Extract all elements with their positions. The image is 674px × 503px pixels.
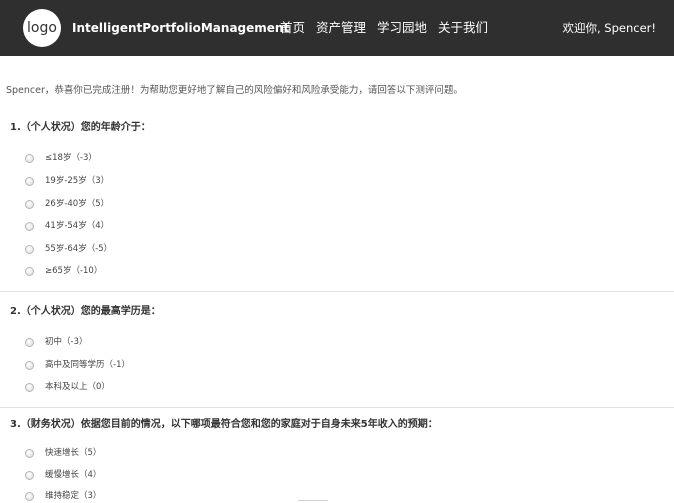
question-3-option-2[interactable]: 缓慢增长（4） — [25, 469, 101, 481]
welcome-message: 欢迎你, Spencer! — [562, 21, 656, 35]
logo[interactable]: logo — [23, 9, 61, 47]
question-1-option-2[interactable]: 19岁-25岁（3） — [25, 175, 109, 187]
question-1-option-1[interactable]: ≤18岁（-3） — [25, 152, 97, 164]
question-2-option-3[interactable]: 本科及以上（0） — [25, 381, 110, 393]
radio-button[interactable] — [25, 266, 34, 276]
top-navbar: logo IntelligentPortfolioManagement 首页 资… — [0, 0, 674, 56]
radio-button[interactable] — [25, 244, 34, 254]
section-divider — [0, 291, 674, 292]
question-1-option-5[interactable]: 55岁-64岁（-5） — [25, 243, 112, 255]
radio-button[interactable] — [25, 176, 34, 186]
question-3-option-1[interactable]: 快速增长（5） — [25, 447, 101, 459]
question-1-option-6[interactable]: ≥65岁（-10） — [25, 265, 102, 277]
question-1-option-3[interactable]: 26岁-40岁（5） — [25, 198, 109, 210]
radio-button[interactable] — [25, 382, 34, 392]
question-1-option-4[interactable]: 41岁-54岁（4） — [25, 220, 109, 232]
option-label: 高中及同等学历（-1） — [45, 360, 130, 370]
radio-button[interactable] — [25, 491, 34, 501]
nav-link-asset-management[interactable]: 资产管理 — [316, 19, 366, 37]
option-label: 本科及以上（0） — [45, 382, 110, 392]
option-label: ≤18岁（-3） — [45, 153, 97, 163]
question-1-title: 1.（个人状况）您的年龄介于： — [10, 122, 151, 133]
radio-button[interactable] — [25, 337, 34, 347]
question-2-option-2[interactable]: 高中及同等学历（-1） — [25, 359, 130, 371]
radio-button[interactable] — [25, 448, 34, 458]
nav-link-home[interactable]: 首页 — [280, 19, 305, 37]
question-2-option-1[interactable]: 初中（-3） — [25, 336, 87, 348]
option-label: 快速增长（5） — [45, 448, 102, 458]
question-3-title: 3.（财务状况）依据您目前的情况，以下哪项最符合您和您的家庭对于自身未来5年收入… — [10, 419, 438, 430]
question-3-option-3[interactable]: 维持稳定（3） — [25, 490, 101, 502]
nav-links: 首页 资产管理 学习园地 关于我们 — [280, 19, 488, 37]
radio-button[interactable] — [25, 360, 34, 370]
option-label: 维持稳定（3） — [45, 491, 102, 501]
option-label: 缓慢增长（4） — [45, 470, 102, 480]
option-label: 55岁-64岁（-5） — [45, 244, 113, 254]
intro-text: Spencer，恭喜你已完成注册！为帮助您更好地了解自己的风险偏好和风险承受能力… — [6, 85, 463, 96]
option-label: 19岁-25岁（3） — [45, 176, 110, 186]
question-2-title: 2.（个人状况）您的最高学历是： — [10, 306, 161, 317]
nav-link-learning[interactable]: 学习园地 — [377, 19, 427, 37]
brand-name[interactable]: IntelligentPortfolioManagement — [72, 20, 289, 36]
nav-link-about[interactable]: 关于我们 — [438, 19, 488, 37]
option-label: 26岁-40岁（5） — [45, 199, 110, 209]
option-label: 初中（-3） — [45, 337, 88, 347]
option-label: 41岁-54岁（4） — [45, 221, 110, 231]
radio-button[interactable] — [25, 199, 34, 209]
section-divider — [0, 407, 674, 408]
radio-button[interactable] — [25, 470, 34, 480]
option-label: ≥65岁（-10） — [45, 266, 103, 276]
radio-button[interactable] — [25, 153, 34, 163]
radio-button[interactable] — [25, 221, 34, 231]
